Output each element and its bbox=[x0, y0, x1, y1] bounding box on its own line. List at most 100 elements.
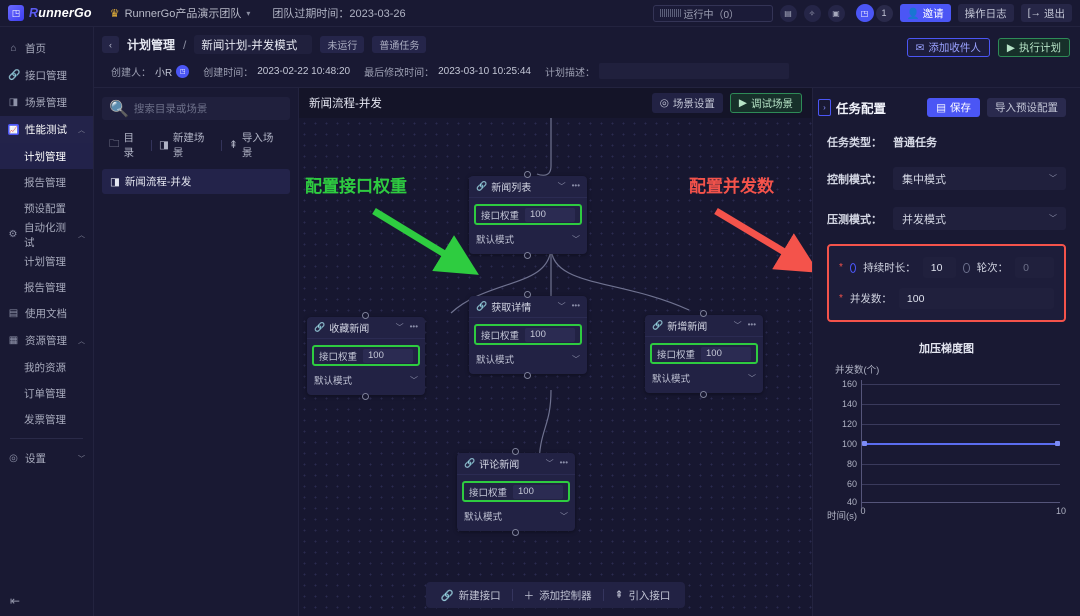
node-weight-row[interactable]: 接口权重 100 bbox=[312, 345, 420, 366]
flow-node[interactable]: 🔗 新闻列表 ﹀ ••• 接口权重 100 默认模式 ﹀ bbox=[469, 171, 587, 259]
node-port-top[interactable] bbox=[524, 171, 531, 178]
debug-scene-button[interactable]: ▶ 调试场景 bbox=[729, 93, 802, 113]
node-port-top[interactable] bbox=[362, 312, 369, 319]
node-actions[interactable]: ﹀ ••• bbox=[734, 320, 756, 331]
back-arrow-icon[interactable]: ‹ bbox=[102, 36, 119, 53]
sidebar-item-label: 自动化测试 bbox=[24, 221, 67, 249]
concurrency-input[interactable]: 100 bbox=[898, 288, 1054, 309]
folder-button[interactable]: 🗀 目录 bbox=[102, 130, 151, 160]
sidebar-item-performance-plan[interactable]: 计划管理 bbox=[0, 143, 93, 169]
node-mode-select[interactable]: 默认模式 ﹀ bbox=[476, 230, 580, 248]
sidebar-item-invoice[interactable]: 发票管理 bbox=[0, 406, 93, 432]
import-scene-button[interactable]: ⇞ 导入场景 bbox=[222, 130, 290, 160]
node-port-bottom[interactable] bbox=[524, 372, 531, 379]
node-port-top[interactable] bbox=[700, 310, 707, 317]
rounds-radio[interactable] bbox=[963, 262, 970, 273]
weight-label: 接口权重 bbox=[481, 210, 520, 222]
weight-input[interactable]: 100 bbox=[525, 327, 575, 342]
stress-mode-select[interactable]: 并发模式 ﹀ bbox=[893, 207, 1066, 230]
sidebar-item-api[interactable]: 🔗 接口管理 bbox=[0, 62, 93, 89]
node-port-bottom[interactable] bbox=[524, 252, 531, 259]
import-api-button[interactable]: ⇞ 引入接口 bbox=[604, 588, 682, 603]
weight-input[interactable]: 100 bbox=[701, 346, 751, 361]
add-recipient-button[interactable]: ✉ 添加收件人 bbox=[906, 38, 990, 57]
scene-settings-button[interactable]: ◎ 场景设置 bbox=[651, 93, 723, 113]
new-api-button[interactable]: 🔗 新建接口 bbox=[430, 588, 512, 603]
sidebar-item-resource[interactable]: ▦ 资源管理 ︿ bbox=[0, 327, 93, 354]
sidebar-item-scene[interactable]: ◨ 场景管理 bbox=[0, 89, 93, 116]
mail-icon: ✉ bbox=[915, 41, 925, 54]
plan-name-input[interactable] bbox=[194, 35, 313, 54]
breadcrumb-root[interactable]: 计划管理 bbox=[127, 36, 175, 53]
save-button[interactable]: ▤ 保存 bbox=[927, 98, 980, 117]
list-item[interactable]: ◨ 新闻流程-并发 bbox=[102, 169, 290, 194]
flow-canvas[interactable]: 配置接口权重 配置并发数 🔗 新闻列表 ﹀ ••• 接口权重 100 默认模式 … bbox=[299, 118, 812, 616]
import-preset-button[interactable]: 导入预设配置 bbox=[987, 98, 1066, 117]
docs-icon[interactable]: ▣ bbox=[827, 4, 845, 22]
node-weight-row[interactable]: 接口权重 100 bbox=[474, 324, 582, 345]
panel-collapse-icon[interactable]: › bbox=[818, 99, 831, 116]
sidebar-item-order[interactable]: 订单管理 bbox=[0, 380, 93, 406]
new-scene-button[interactable]: ◨ 新建场景 bbox=[152, 130, 221, 160]
sidebar: ⌂ 首页 🔗 接口管理 ◨ 场景管理 📈 性能测试 ︿ 计划管理 报告管理 预设… bbox=[0, 27, 94, 616]
search-input[interactable] bbox=[133, 102, 283, 115]
canvas-header-actions: ◎ 场景设置 ▶ 调试场景 bbox=[651, 93, 802, 113]
rounds-input[interactable]: 0 bbox=[1015, 257, 1054, 278]
duration-radio[interactable] bbox=[849, 262, 857, 273]
sidebar-item-performance[interactable]: 📈 性能测试 ︿ bbox=[0, 116, 93, 143]
sidebar-item-home[interactable]: ⌂ 首页 bbox=[0, 35, 93, 62]
sidebar-item-docs[interactable]: ▤ 使用文档 bbox=[0, 300, 93, 327]
duration-input[interactable]: 10 bbox=[922, 257, 957, 278]
required-star: * bbox=[839, 293, 843, 304]
brand-logo-group[interactable]: ◳ RunnerGo bbox=[8, 5, 92, 21]
description-input[interactable] bbox=[598, 63, 789, 79]
sidebar-item-automation-plan[interactable]: 计划管理 bbox=[0, 248, 93, 274]
weight-input[interactable]: 100 bbox=[525, 207, 575, 222]
avatar[interactable]: ◳ bbox=[855, 4, 874, 22]
node-port-top[interactable] bbox=[512, 448, 519, 455]
node-port-bottom[interactable] bbox=[362, 393, 369, 400]
flow-node[interactable]: 🔗 新增新闻 ﹀ ••• 接口权重 100 默认模式 ﹀ bbox=[645, 310, 763, 398]
node-mode-select[interactable]: 默认模式 ﹀ bbox=[476, 350, 580, 368]
running-status-chip[interactable]: 运行中（0） bbox=[652, 4, 773, 22]
node-port-bottom[interactable] bbox=[512, 529, 519, 536]
weight-input[interactable]: 100 bbox=[363, 348, 413, 363]
modified-meta: 最后修改时间： 2023-03-10 10:25:44 bbox=[364, 64, 531, 79]
flow-node[interactable]: 🔗 获取详情 ﹀ ••• 接口权重 100 默认模式 ﹀ bbox=[469, 291, 587, 379]
sidebar-item-performance-preset[interactable]: 预设配置 bbox=[0, 195, 93, 221]
chevron-down-icon: ﹀ bbox=[572, 354, 580, 364]
add-controller-button[interactable]: ＋ 添加控制器 bbox=[513, 588, 603, 603]
node-mode-select[interactable]: 默认模式 ﹀ bbox=[464, 507, 568, 525]
node-actions[interactable]: ﹀ ••• bbox=[546, 458, 568, 469]
operation-log-button[interactable]: 操作日志 bbox=[957, 4, 1014, 22]
control-mode-select[interactable]: 集中模式 ﹀ bbox=[893, 167, 1066, 190]
sidebar-item-automation-report[interactable]: 报告管理 bbox=[0, 274, 93, 300]
task-type-value: 普通任务 bbox=[893, 137, 937, 149]
node-actions[interactable]: ﹀ ••• bbox=[558, 301, 580, 312]
node-actions[interactable]: ﹀ ••• bbox=[558, 181, 580, 192]
sidebar-item-automation[interactable]: ⚙ 自动化测试 ︿ bbox=[0, 221, 93, 249]
machine-icon[interactable]: ▤ bbox=[779, 4, 797, 22]
invite-button[interactable]: 👤 邀请 bbox=[899, 4, 951, 22]
flow-node[interactable]: 🔗 评论新闻 ﹀ ••• 接口权重 100 默认模式 ﹀ bbox=[457, 448, 575, 536]
run-plan-button[interactable]: ▶ 执行计划 bbox=[997, 38, 1070, 57]
flow-node[interactable]: 🔗 收藏新闻 ﹀ ••• 接口权重 100 默认模式 ﹀ bbox=[307, 312, 425, 400]
node-mode-select[interactable]: 默认模式 ﹀ bbox=[652, 369, 756, 387]
sidebar-item-settings[interactable]: ◎ 设置 ﹀ bbox=[0, 445, 93, 472]
config-panel: › 任务配置 ▤ 保存 导入预设配置 任务类型： 普通任务 控制模式： 集中模式… bbox=[812, 88, 1080, 616]
node-weight-row[interactable]: 接口权重 100 bbox=[462, 481, 570, 502]
logout-button[interactable]: [→ 退出 bbox=[1020, 4, 1072, 22]
team-selector[interactable]: ♛ RunnerGo产品演示团队 ▾ bbox=[110, 5, 251, 21]
node-actions[interactable]: ﹀ ••• bbox=[396, 322, 418, 333]
node-weight-row[interactable]: 接口权重 100 bbox=[650, 343, 758, 364]
collapse-sidebar-icon[interactable]: ⇤ bbox=[10, 594, 20, 608]
sidebar-item-my-resource[interactable]: 我的资源 bbox=[0, 354, 93, 380]
node-mode-select[interactable]: 默认模式 ﹀ bbox=[314, 371, 418, 389]
settings-icon[interactable]: ✧ bbox=[803, 4, 821, 22]
node-port-bottom[interactable] bbox=[700, 391, 707, 398]
weight-input[interactable]: 100 bbox=[513, 484, 563, 499]
node-port-top[interactable] bbox=[524, 291, 531, 298]
node-weight-row[interactable]: 接口权重 100 bbox=[474, 204, 582, 225]
sidebar-item-performance-report[interactable]: 报告管理 bbox=[0, 169, 93, 195]
search-box[interactable]: 🔍 bbox=[102, 97, 290, 120]
